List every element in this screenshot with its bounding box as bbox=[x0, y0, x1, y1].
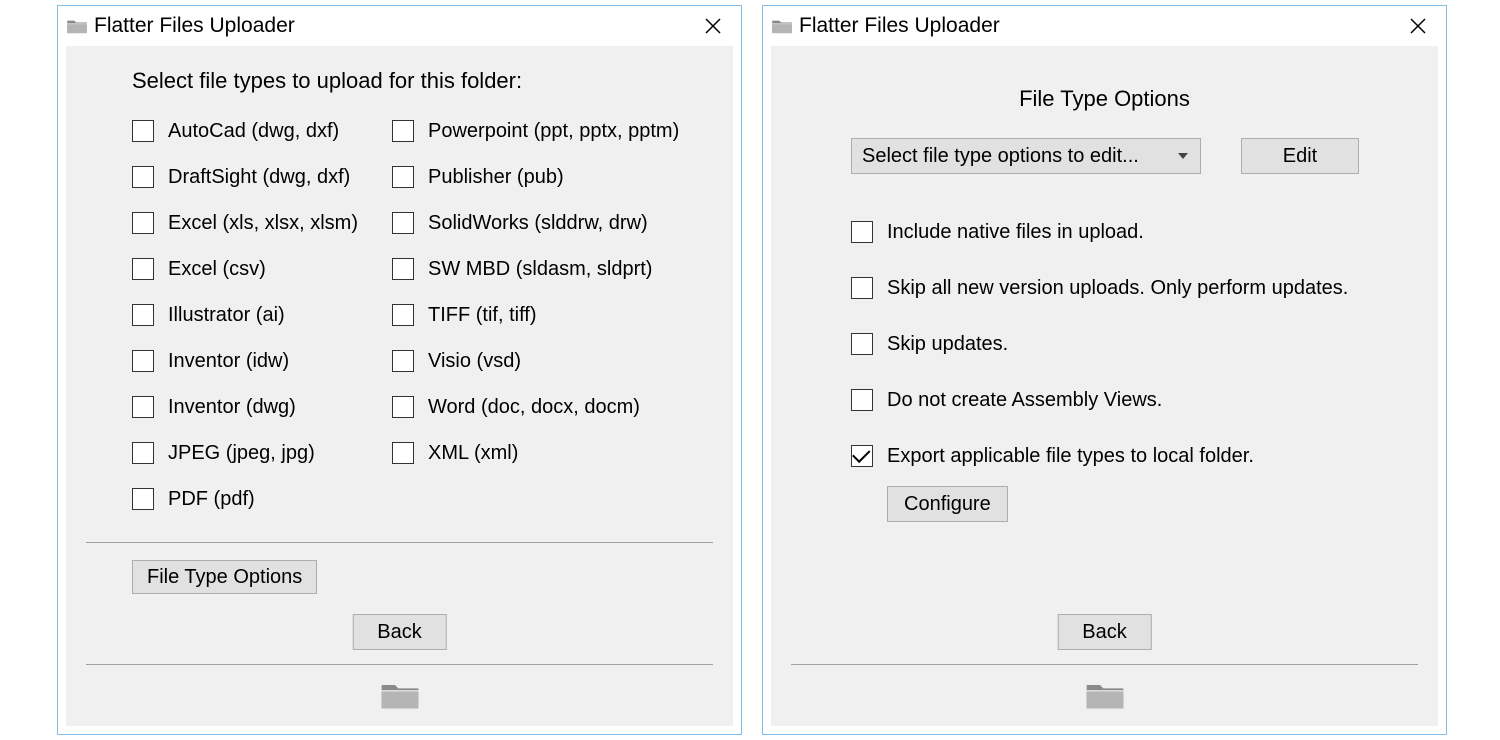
file-type-label: Illustrator (ai) bbox=[168, 304, 285, 327]
separator bbox=[791, 664, 1418, 665]
file-type-row: SolidWorks (slddrw, drw) bbox=[392, 200, 713, 246]
options-list: Include native files in upload. Skip all … bbox=[851, 204, 1398, 484]
close-icon bbox=[704, 17, 722, 35]
file-type-row: DraftSight (dwg, dxf) bbox=[132, 154, 392, 200]
checkbox[interactable] bbox=[132, 350, 154, 372]
checkbox[interactable] bbox=[132, 396, 154, 418]
option-label: Include native files in upload. bbox=[887, 221, 1144, 244]
file-type-label: Excel (xls, xlsx, xlsm) bbox=[168, 212, 358, 235]
folder-icon bbox=[379, 680, 421, 710]
checkbox[interactable] bbox=[132, 166, 154, 188]
file-type-label: SW MBD (sldasm, sldprt) bbox=[428, 258, 652, 281]
file-type-row: Inventor (dwg) bbox=[132, 384, 392, 430]
file-type-row: Powerpoint (ppt, pptx, pptm) bbox=[392, 108, 713, 154]
checkbox[interactable] bbox=[392, 212, 414, 234]
checkbox[interactable] bbox=[851, 221, 873, 243]
file-type-row: PDF (pdf) bbox=[132, 476, 392, 522]
client-area: File Type Options Select file type optio… bbox=[771, 46, 1438, 726]
page-heading: Select file types to upload for this fol… bbox=[132, 68, 713, 94]
option-row: Skip all new version uploads. Only perfo… bbox=[851, 260, 1398, 316]
file-type-row: Inventor (idw) bbox=[132, 338, 392, 384]
checkbox[interactable] bbox=[132, 120, 154, 142]
file-type-label: DraftSight (dwg, dxf) bbox=[168, 166, 350, 189]
dropdown-placeholder: Select file type options to edit... bbox=[862, 145, 1178, 168]
file-type-label: Inventor (dwg) bbox=[168, 396, 296, 419]
chevron-down-icon bbox=[1178, 153, 1188, 159]
file-type-row: Word (doc, docx, docm) bbox=[392, 384, 713, 430]
option-label: Skip updates. bbox=[887, 333, 1008, 356]
file-type-label: JPEG (jpeg, jpg) bbox=[168, 442, 315, 465]
client-area: Select file types to upload for this fol… bbox=[66, 46, 733, 726]
configure-button[interactable]: Configure bbox=[887, 486, 1008, 522]
titlebar: Flatter Files Uploader bbox=[58, 6, 741, 46]
file-type-label: XML (xml) bbox=[428, 442, 518, 465]
file-type-row: SW MBD (sldasm, sldprt) bbox=[392, 246, 713, 292]
checkbox[interactable] bbox=[851, 445, 873, 467]
file-type-row: Excel (csv) bbox=[132, 246, 392, 292]
checkbox[interactable] bbox=[132, 304, 154, 326]
checkbox[interactable] bbox=[132, 258, 154, 280]
file-type-columns: AutoCad (dwg, dxf) DraftSight (dwg, dxf) E… bbox=[132, 108, 713, 522]
file-type-options-button[interactable]: File Type Options bbox=[132, 560, 317, 594]
file-type-label: Publisher (pub) bbox=[428, 166, 564, 189]
file-type-label: TIFF (tif, tiff) bbox=[428, 304, 537, 327]
back-button[interactable]: Back bbox=[1057, 614, 1151, 650]
file-type-select[interactable]: Select file type options to edit... bbox=[851, 138, 1201, 174]
close-button[interactable] bbox=[691, 11, 735, 41]
option-label: Export applicable file types to local fo… bbox=[887, 445, 1254, 468]
checkbox[interactable] bbox=[392, 350, 414, 372]
option-row: Include native files in upload. bbox=[851, 204, 1398, 260]
file-type-row: Illustrator (ai) bbox=[132, 292, 392, 338]
checkbox[interactable] bbox=[851, 277, 873, 299]
checkbox[interactable] bbox=[851, 333, 873, 355]
option-label: Skip all new version uploads. Only perfo… bbox=[887, 277, 1348, 300]
file-type-row: Visio (vsd) bbox=[392, 338, 713, 384]
file-type-label: Excel (csv) bbox=[168, 258, 266, 281]
folder-icon bbox=[66, 18, 88, 34]
checkbox[interactable] bbox=[392, 396, 414, 418]
uploader-window-file-types: Flatter Files Uploader Select file types… bbox=[57, 5, 742, 735]
window-title: Flatter Files Uploader bbox=[94, 14, 691, 38]
file-type-row: JPEG (jpeg, jpg) bbox=[132, 430, 392, 476]
file-type-label: Word (doc, docx, docm) bbox=[428, 396, 640, 419]
checkbox[interactable] bbox=[392, 258, 414, 280]
folder-icon bbox=[771, 18, 793, 34]
titlebar: Flatter Files Uploader bbox=[763, 6, 1446, 46]
option-row: Do not create Assembly Views. bbox=[851, 372, 1398, 428]
file-type-row: Publisher (pub) bbox=[392, 154, 713, 200]
option-label: Do not create Assembly Views. bbox=[887, 389, 1162, 412]
file-type-label: SolidWorks (slddrw, drw) bbox=[428, 212, 648, 235]
checkbox[interactable] bbox=[392, 442, 414, 464]
separator bbox=[86, 542, 713, 543]
back-button[interactable]: Back bbox=[352, 614, 446, 650]
uploader-window-options: Flatter Files Uploader File Type Options… bbox=[762, 5, 1447, 735]
file-type-label: AutoCad (dwg, dxf) bbox=[168, 120, 339, 143]
close-icon bbox=[1409, 17, 1427, 35]
file-type-label: Powerpoint (ppt, pptx, pptm) bbox=[428, 120, 679, 143]
option-row: Export applicable file types to local fo… bbox=[851, 428, 1398, 484]
folder-icon bbox=[1084, 680, 1126, 710]
checkbox[interactable] bbox=[132, 488, 154, 510]
checkbox[interactable] bbox=[392, 304, 414, 326]
edit-button[interactable]: Edit bbox=[1241, 138, 1359, 174]
checkbox[interactable] bbox=[132, 442, 154, 464]
file-type-label: PDF (pdf) bbox=[168, 488, 255, 511]
checkbox[interactable] bbox=[851, 389, 873, 411]
file-type-row: AutoCad (dwg, dxf) bbox=[132, 108, 392, 154]
file-type-row: TIFF (tif, tiff) bbox=[392, 292, 713, 338]
separator bbox=[86, 664, 713, 665]
file-type-row: Excel (xls, xlsx, xlsm) bbox=[132, 200, 392, 246]
window-title: Flatter Files Uploader bbox=[799, 14, 1396, 38]
checkbox[interactable] bbox=[392, 120, 414, 142]
page-heading: File Type Options bbox=[771, 86, 1438, 112]
file-type-row: XML (xml) bbox=[392, 430, 713, 476]
file-type-label: Inventor (idw) bbox=[168, 350, 289, 373]
checkbox[interactable] bbox=[132, 212, 154, 234]
option-row: Skip updates. bbox=[851, 316, 1398, 372]
checkbox[interactable] bbox=[392, 166, 414, 188]
file-type-label: Visio (vsd) bbox=[428, 350, 521, 373]
close-button[interactable] bbox=[1396, 11, 1440, 41]
